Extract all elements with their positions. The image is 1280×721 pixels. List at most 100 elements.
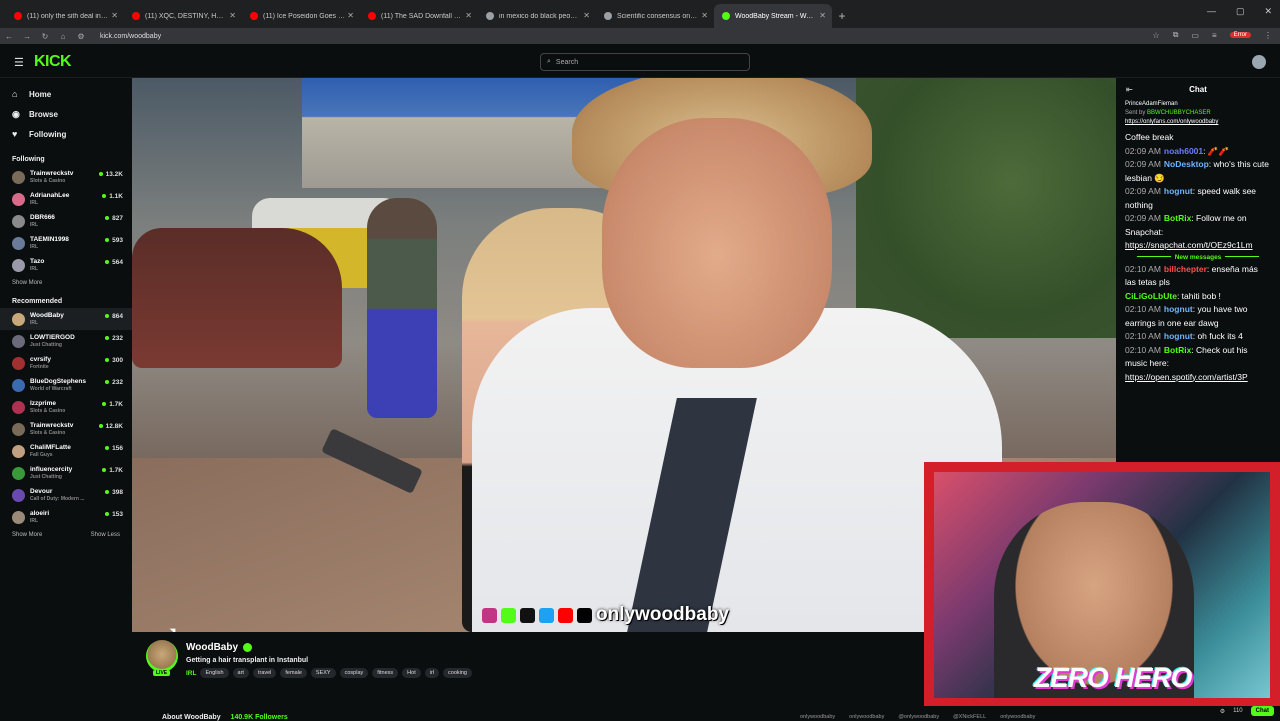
- stream-tag[interactable]: female: [280, 668, 307, 678]
- show-more-recommended[interactable]: Show More: [12, 532, 42, 538]
- sidebar-nav-home[interactable]: ⌂ Home: [0, 84, 132, 104]
- sidebar-channel[interactable]: influencercity Just Chatting 1.7K: [0, 462, 132, 484]
- sidebar-channel[interactable]: Trainwreckstv Slots & Casino 13.2K: [0, 166, 132, 188]
- browser-tab[interactable]: (11) Ice Poseidon Goes On a Cruise✕: [242, 4, 360, 28]
- collapse-chat-icon[interactable]: ⇤: [1126, 85, 1133, 94]
- tab-close-icon[interactable]: ✕: [347, 11, 354, 20]
- sidebar-channel[interactable]: BlueDogStephens World of Warcraft 232: [0, 374, 132, 396]
- tab-close-icon[interactable]: ✕: [111, 11, 118, 20]
- chat-message: 02:09 AM BotRix: Follow me on Snapchat: h…: [1116, 212, 1280, 253]
- tab-favicon-icon: [486, 12, 494, 20]
- show-less-recommended[interactable]: Show Less: [91, 532, 120, 538]
- recommended-heading: Recommended: [12, 298, 63, 305]
- chat-username[interactable]: BotRix: [1164, 213, 1191, 223]
- settings-gear-icon[interactable]: ⚙: [1220, 708, 1225, 715]
- chat-title: Chat: [1189, 84, 1207, 94]
- sidebar-channel[interactable]: cvrsify Fortnite 300: [0, 352, 132, 374]
- chat-username[interactable]: CiLiGoLbUte: [1125, 291, 1177, 301]
- search-input[interactable]: ⌕ Search: [540, 53, 750, 71]
- sidebar-channel[interactable]: Izzprime Slots & Casino 1.7K: [0, 396, 132, 418]
- chat-text: : 🧨🧨: [1203, 145, 1230, 156]
- tab-close-icon[interactable]: ✕: [465, 11, 472, 20]
- browser-tab[interactable]: (11) only the sith deal in absolutes✕: [6, 4, 124, 28]
- stream-tag[interactable]: irl: [424, 668, 440, 678]
- user-avatar[interactable]: [1252, 55, 1266, 69]
- channel-category: Just Chatting: [30, 341, 62, 348]
- forward-icon[interactable]: →: [18, 32, 36, 41]
- social-link[interactable]: onlywoodbaby: [849, 714, 884, 720]
- chat-link[interactable]: https://open.spotify.com/artist/3P: [1125, 372, 1248, 382]
- sidebar-channel[interactable]: WoodBaby IRL 864: [0, 308, 132, 330]
- reload-icon[interactable]: ↻: [36, 32, 54, 41]
- extensions-icon[interactable]: ⧉: [1173, 30, 1179, 40]
- url-field[interactable]: kick.com/woodbaby: [100, 33, 161, 40]
- browser-tab[interactable]: (11) The SAD Downfall of Justin✕: [360, 4, 478, 28]
- maximize-icon[interactable]: ▢: [1236, 6, 1245, 17]
- bookmark-star-icon[interactable]: ☆: [1153, 31, 1160, 40]
- stream-tag[interactable]: cooking: [443, 668, 472, 678]
- new-tab-icon[interactable]: +: [832, 4, 852, 28]
- cast-icon[interactable]: ▭: [1191, 31, 1199, 40]
- pinned-user: PrinceAdamFieman: [1125, 101, 1178, 107]
- sidebar-channel[interactable]: LOWTIERGOD Just Chatting 232: [0, 330, 132, 352]
- tab-close-icon[interactable]: ✕: [701, 11, 708, 20]
- sidebar-channel[interactable]: ChaliMFLatte Fall Guys 156: [0, 440, 132, 462]
- chat-username[interactable]: noah6001: [1164, 146, 1203, 156]
- hamburger-menu-icon[interactable]: ☰: [14, 56, 24, 69]
- sidebar-channel[interactable]: aloeiri IRL 153: [0, 506, 132, 528]
- stream-tag[interactable]: cosplay: [339, 668, 369, 678]
- browser-tab[interactable]: WoodBaby Stream - Watch Live✕: [714, 4, 832, 28]
- sidebar-channel[interactable]: AdrianahLee IRL 1.1K: [0, 188, 132, 210]
- stream-category[interactable]: IRL: [186, 670, 196, 677]
- sidepanel-icon[interactable]: ≡: [1212, 31, 1217, 40]
- send-chat-button[interactable]: Chat: [1250, 706, 1274, 716]
- chat-link[interactable]: https://snapchat.com/t/OEz9c1Lm: [1125, 240, 1253, 250]
- stream-tag[interactable]: fitness: [372, 668, 399, 678]
- sidebar-channel[interactable]: Tazo IRL 564: [0, 254, 132, 276]
- sidebar-channel[interactable]: TAEMIN1998 IRL 593: [0, 232, 132, 254]
- chat-username[interactable]: hognut: [1164, 304, 1193, 314]
- close-window-icon[interactable]: ✕: [1264, 6, 1272, 17]
- tab-close-icon[interactable]: ✕: [583, 11, 590, 20]
- social-link[interactable]: @XNickFELL: [953, 714, 986, 720]
- social-link[interactable]: @onlywoodbaby: [898, 714, 939, 720]
- site-header: ☰ KICK ⌕ Search: [0, 44, 1280, 78]
- streamer-avatar[interactable]: [146, 640, 178, 672]
- chat-username[interactable]: hognut: [1164, 331, 1193, 341]
- tab-close-icon[interactable]: ✕: [229, 11, 236, 20]
- x-icon: [577, 607, 592, 623]
- sidebar-channel[interactable]: Trainwreckstv Slots & Casino 12.8K: [0, 418, 132, 440]
- sidebar-channel[interactable]: DBR666 IRL 827: [0, 210, 132, 232]
- stream-tag[interactable]: Hot: [402, 668, 421, 678]
- chat-message: 02:10 AM BotRix: Check out his music here…: [1116, 344, 1280, 385]
- sidebar-nav-browse[interactable]: ◉ Browse: [0, 104, 132, 124]
- social-link[interactable]: onlywoodbaby: [800, 714, 835, 720]
- browser-tab[interactable]: in mexico do black people com✕: [478, 4, 596, 28]
- show-more-following[interactable]: Show More: [12, 280, 42, 286]
- sidebar-channel[interactable]: Devour Call of Duty: Modern ... 398: [0, 484, 132, 506]
- site-info-icon[interactable]: ⚙: [72, 32, 90, 41]
- chat-username[interactable]: NoDesktop: [1164, 159, 1209, 169]
- stream-title: Getting a hair transplant in Instanbul: [186, 657, 309, 664]
- back-icon[interactable]: ←: [0, 32, 18, 41]
- minimize-icon[interactable]: —: [1207, 6, 1216, 17]
- home-nav-icon[interactable]: ⌂: [54, 32, 72, 41]
- pinned-link[interactable]: https://onlyfans.com/onlywoodbaby: [1125, 119, 1218, 125]
- error-badge[interactable]: Error: [1229, 32, 1251, 38]
- sidebar-nav-following[interactable]: ♥ Following: [0, 124, 132, 144]
- stream-tag[interactable]: travel: [252, 668, 277, 678]
- stream-tag[interactable]: English: [200, 668, 229, 678]
- social-link[interactable]: onlywoodbaby: [1000, 714, 1035, 720]
- browser-tab[interactable]: (11) XQC, DESTINY, HASAN, ASMON✕: [124, 4, 242, 28]
- stream-tag[interactable]: SEXY: [310, 668, 336, 678]
- channel-category: IRL: [30, 517, 39, 524]
- chat-username[interactable]: billchepter: [1164, 264, 1207, 274]
- menu-dots-icon[interactable]: ⋮: [1264, 31, 1272, 40]
- streamer-name[interactable]: WoodBaby: [186, 642, 253, 653]
- chat-username[interactable]: hognut: [1164, 186, 1193, 196]
- browser-tab[interactable]: Scientific consensus on race IQ✕: [596, 4, 714, 28]
- chat-username[interactable]: BotRix: [1164, 345, 1191, 355]
- stream-tag[interactable]: art: [232, 668, 249, 678]
- tab-close-icon[interactable]: ✕: [819, 11, 826, 20]
- kick-logo[interactable]: KICK: [34, 53, 72, 71]
